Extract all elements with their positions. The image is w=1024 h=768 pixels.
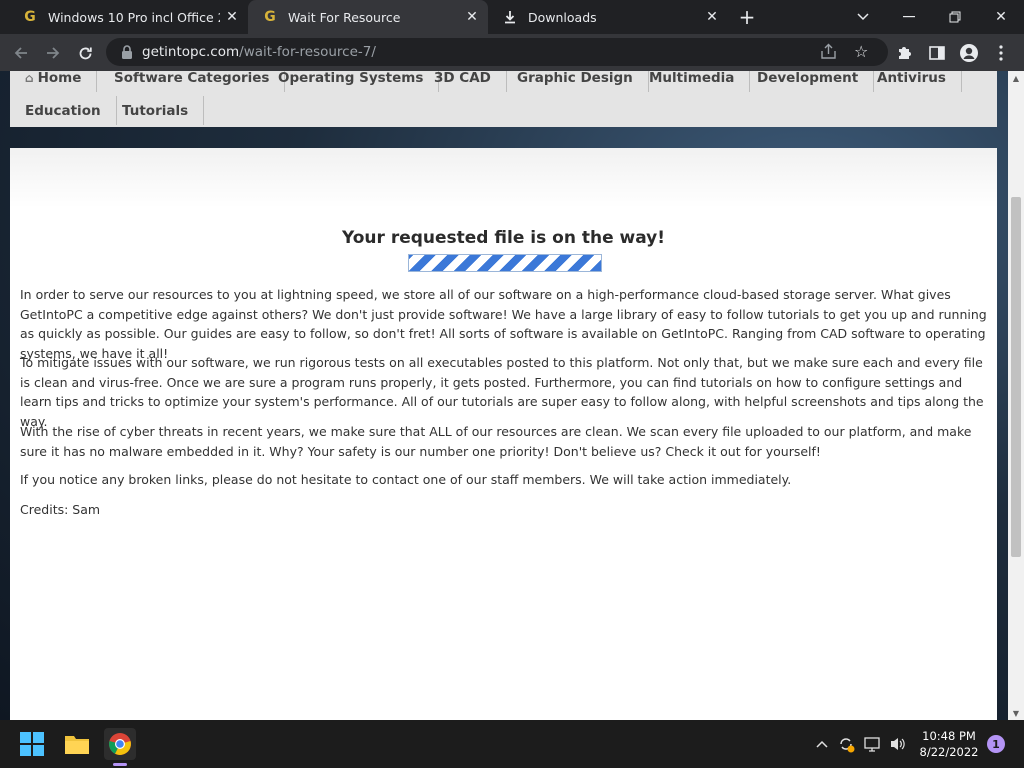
download-icon (502, 9, 518, 25)
nav-education[interactable]: Education (10, 96, 117, 125)
close-window-icon[interactable]: ✕ (978, 0, 1024, 34)
new-tab-button[interactable]: + (736, 5, 758, 29)
restore-icon[interactable] (932, 0, 978, 34)
share-icon[interactable] (820, 43, 837, 64)
tab-title: Windows 10 Pro incl Office 2021 (48, 9, 220, 25)
system-clock[interactable]: 10:48 PM 8/22/2022 (916, 728, 982, 760)
site-navigation-menu: ⌂ Home Software Categories Operating Syst… (10, 71, 997, 127)
nav-graphic-design[interactable]: Graphic Design (502, 71, 649, 92)
nav-multimedia[interactable]: Multimedia (634, 71, 751, 92)
tab-strip: G Windows 10 Pro incl Office 2021 ✕ G Wa… (0, 0, 1024, 34)
browser-menu-kebab-icon[interactable] (988, 40, 1014, 66)
nav-tutorials[interactable]: Tutorials (107, 96, 205, 125)
tab-windows-10-pro[interactable]: G Windows 10 Pro incl Office 2021 ✕ (8, 0, 248, 34)
tab-title: Wait For Resource (288, 9, 401, 25)
volume-icon[interactable] (887, 733, 909, 755)
notification-badge[interactable]: 1 (987, 735, 1005, 753)
tab-title: Downloads (528, 9, 597, 25)
tab-wait-for-resource[interactable]: G Wait For Resource ✕ (248, 0, 488, 34)
download-progress-bar (408, 254, 602, 272)
show-hidden-icons-chevron-icon[interactable] (811, 733, 833, 755)
home-icon: ⌂ (25, 71, 34, 85)
clock-time: 10:48 PM (922, 729, 976, 743)
nav-home-label: Home (37, 71, 82, 86)
paragraph-broken-links: If you notice any broken links, please d… (20, 472, 792, 487)
paragraph-security: With the rise of cyber threats in recent… (20, 424, 972, 459)
url-path: /wait-for-resource-7/ (239, 44, 376, 60)
back-arrow-icon[interactable] (8, 40, 34, 66)
active-app-indicator (113, 763, 127, 766)
url-text[interactable]: getintopc.com/wait-for-resource-7/ (142, 44, 376, 60)
chrome-icon[interactable] (104, 728, 136, 760)
nav-software-categories[interactable]: Software Categories (99, 71, 286, 92)
scroll-up-arrow-icon[interactable]: ▲ (1008, 71, 1024, 85)
windows-start-icon[interactable] (16, 728, 48, 760)
main-content: Your requested file is on the way! In or… (10, 148, 997, 720)
browser-toolbar: getintopc.com/wait-for-resource-7/ ☆ (0, 34, 1024, 71)
url-domain: getintopc.com (142, 44, 240, 60)
close-tab-icon[interactable]: ✕ (704, 9, 720, 25)
paragraph-speed: In order to serve our resources to you a… (20, 287, 987, 361)
page-viewport: ⌂ Home Software Categories Operating Syst… (0, 71, 1008, 720)
side-panel-icon[interactable] (924, 40, 950, 66)
nav-operating-systems[interactable]: Operating Systems (263, 71, 440, 92)
close-tab-icon[interactable]: ✕ (464, 9, 480, 25)
network-icon[interactable] (862, 733, 884, 755)
page-scrollbar[interactable]: ▲ ▼ (1008, 71, 1024, 720)
extensions-puzzle-icon[interactable] (892, 40, 918, 66)
getintopc-favicon-icon: G (24, 9, 36, 25)
forward-arrow-icon[interactable] (40, 40, 66, 66)
lock-icon[interactable] (120, 44, 134, 60)
page-title: Your requested file is on the way! (341, 228, 666, 248)
nav-home[interactable]: ⌂ Home (10, 71, 98, 92)
scrollbar-thumb[interactable] (1011, 197, 1021, 557)
windows-taskbar: 10:48 PM 8/22/2022 1 (0, 720, 1024, 768)
sync-update-icon[interactable] (835, 733, 857, 755)
clock-date: 8/22/2022 (919, 745, 979, 759)
minimize-icon[interactable] (886, 0, 932, 34)
nav-development[interactable]: Development (742, 71, 875, 92)
nav-antivirus[interactable]: Antivirus (862, 71, 962, 92)
reload-icon[interactable] (72, 40, 98, 66)
address-bar[interactable]: getintopc.com/wait-for-resource-7/ ☆ (106, 38, 888, 66)
tab-downloads[interactable]: Downloads ✕ (488, 0, 728, 34)
bookmark-star-icon[interactable]: ☆ (854, 42, 868, 61)
nav-3d-cad[interactable]: 3D CAD (419, 71, 507, 92)
getintopc-favicon-icon: G (264, 9, 276, 25)
close-tab-icon[interactable]: ✕ (224, 9, 240, 25)
scroll-down-arrow-icon[interactable]: ▼ (1008, 706, 1024, 720)
tab-search-chevron-icon[interactable] (840, 0, 886, 34)
credits-text: Credits: Sam (20, 502, 101, 517)
paragraph-testing: To mitigate issues with our software, we… (20, 355, 984, 429)
file-explorer-icon[interactable] (61, 728, 93, 760)
profile-avatar-icon[interactable] (956, 40, 982, 66)
